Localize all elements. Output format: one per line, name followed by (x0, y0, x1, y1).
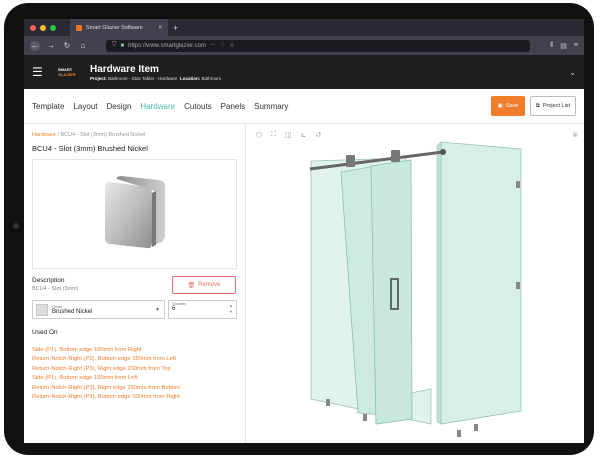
list-item[interactable]: Side (P1), Bottom edge 100mm from Left (32, 374, 237, 383)
tab-close-icon[interactable]: × (158, 25, 162, 31)
bookmark-star-icon[interactable]: ☆ (229, 42, 234, 49)
minimize-window-icon[interactable] (40, 24, 46, 31)
project-list-button[interactable]: ⧉ Project List (530, 96, 576, 116)
finish-value: Brushed Nickel (52, 308, 93, 315)
save-icon: ▣ (497, 103, 503, 109)
browser-toolbar: ← → ↻ ⌂ ⛉ ■ https://www.smartglazier.com… (24, 36, 584, 55)
forward-arrow-icon[interactable]: → (46, 41, 56, 51)
shower-enclosure-model (309, 141, 522, 437)
hamburger-menu-icon[interactable]: ☰ (32, 65, 48, 79)
external-link-icon: ⧉ (535, 102, 540, 109)
quantity-value: 6 (172, 306, 176, 312)
finish-swatch (36, 303, 48, 316)
list-item[interactable]: Return-Notch-Right (P3), Right edge 250m… (32, 384, 237, 393)
hardware-detail-panel: Hardware / BCU4 - Slot (3mm) Brushed Nic… (24, 124, 246, 443)
library-icon[interactable]: ⫴ (550, 42, 553, 50)
tab-template[interactable]: Template (32, 102, 64, 111)
shield-icon: ⛉ (112, 42, 117, 48)
browser-tab-title: Smart Glazier Software (86, 24, 143, 31)
finish-select[interactable]: Finish Brushed Nickel ▼ (32, 300, 165, 319)
browser-tab[interactable]: Smart Glazier Software × (70, 19, 168, 36)
more-dots-icon[interactable]: ··· (210, 42, 216, 49)
quantity-stepper[interactable]: Quantity 6 ▲ ▼ (168, 300, 237, 319)
description-value: BCU4 - Slot (3mm) (32, 286, 79, 292)
item-title: BCU4 - Slot (3mm) Brushed Nickel (32, 144, 148, 153)
browser-tab-bar: Smart Glazier Software × + (24, 19, 584, 36)
glass-panel-right (440, 141, 522, 425)
address-bar[interactable]: ⛉ ■ https://www.smartglazier.com ··· ◌ ☆ (106, 39, 531, 52)
maximize-window-icon[interactable] (50, 24, 56, 31)
clamp (516, 181, 520, 188)
window-controls (30, 24, 56, 31)
trash-icon: 🗑 (187, 282, 196, 289)
list-item[interactable]: Return-Notch-Right (P3), Bottom edge 100… (32, 393, 237, 402)
new-tab-button[interactable]: + (173, 23, 178, 33)
favicon-icon (76, 24, 82, 31)
tablet-frame: Smart Glazier Software × + ← → ↻ ⌂ ⛉ ■ h… (4, 3, 594, 455)
clamp (326, 399, 330, 406)
chevron-down-icon: ▼ (155, 306, 160, 313)
clamp (457, 430, 461, 437)
tab-cutouts[interactable]: Cutouts (184, 102, 212, 111)
tab-summary[interactable]: Summary (254, 102, 288, 111)
step-tabs: Template Layout Design Hardware Cutouts … (24, 89, 584, 124)
product-image (32, 159, 237, 269)
sidebar-icon[interactable]: ▤ (560, 42, 567, 50)
app-logo: SMART GLAZIER (58, 67, 76, 77)
app-header: ☰ SMART GLAZIER Hardware Item Project: B… (24, 55, 584, 89)
menu-icon[interactable]: ≡ (574, 42, 578, 50)
close-window-icon[interactable] (30, 24, 36, 31)
glass-clamp-image (104, 176, 165, 249)
3d-viewer[interactable]: ⬡ ⛶ ◫ ⊾ ↺ ⊗ (246, 124, 584, 443)
url-text: https://www.smartglazier.com (128, 42, 206, 49)
description-label: Description (32, 277, 65, 284)
screen: Smart Glazier Software × + ← → ↻ ⌂ ⛉ ■ h… (24, 19, 584, 443)
breadcrumb: Hardware / BCU4 - Slot (3mm) Brushed Nic… (32, 132, 146, 138)
used-on-label: Used On (32, 329, 58, 336)
tablet-camera (13, 223, 19, 229)
lock-icon: ■ (120, 42, 125, 49)
pocket-icon[interactable]: ◌ (221, 42, 225, 49)
list-item[interactable]: Side (P1), Bottom edge 100mm from Right (32, 346, 237, 355)
clamp (516, 282, 520, 289)
clamp (474, 424, 478, 431)
tab-hardware[interactable]: Hardware (140, 102, 175, 111)
reload-icon[interactable]: ↻ (62, 41, 72, 51)
list-item[interactable]: Return-Notch-Right (P3), Bottom edge 150… (32, 355, 237, 364)
save-button[interactable]: ▣ Save (491, 96, 525, 116)
page-title: Hardware Item (90, 63, 159, 75)
remove-button[interactable]: 🗑 Remove (172, 276, 236, 294)
tab-panels[interactable]: Panels (221, 102, 245, 111)
tab-layout[interactable]: Layout (73, 102, 97, 111)
home-icon[interactable]: ⌂ (78, 41, 88, 51)
tab-design[interactable]: Design (107, 102, 132, 111)
project-info: Project: Bathroom - Glas Tablet - Hardwa… (90, 75, 222, 81)
list-item[interactable]: Return-Notch-Right (P3), Right edge 200m… (32, 365, 237, 374)
used-on-list: Side (P1), Bottom edge 100mm from Right … (32, 346, 237, 402)
clamp (363, 414, 367, 421)
breadcrumb-hardware-link[interactable]: Hardware (32, 132, 56, 138)
stepper-arrows-icon[interactable]: ▲ ▼ (229, 303, 233, 315)
chevron-down-icon[interactable]: ⌄ (569, 68, 576, 77)
back-arrow-icon[interactable]: ← (30, 40, 40, 51)
breadcrumb-current: BCU4 - Slot (3mm) Brushed Nickel (60, 132, 146, 138)
